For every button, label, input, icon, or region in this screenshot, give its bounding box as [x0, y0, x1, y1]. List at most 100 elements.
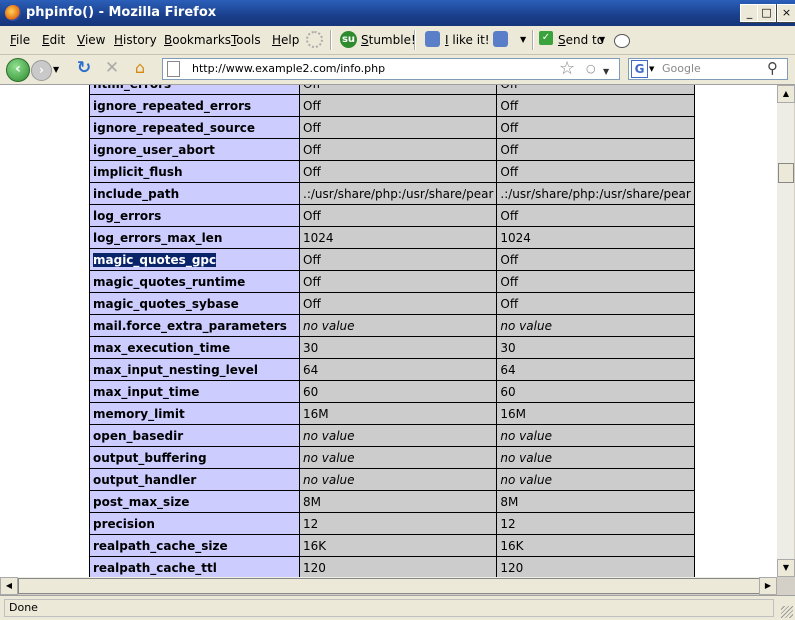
local-value-text: 30 [303, 340, 319, 355]
table-row: post_max_size 8M 8M [89, 490, 695, 513]
directive-name: mail.force_extra_parameters [89, 314, 300, 337]
master-value: no value [496, 468, 695, 491]
table-row: log_errors_max_len 1024 1024 [89, 226, 695, 249]
resize-grip-icon[interactable] [781, 606, 793, 618]
stumble-button[interactable]: Stumble! [361, 33, 416, 47]
directive-name-text: memory_limit [93, 406, 185, 421]
local-value: .:/usr/share/php:/usr/share/pear [298, 182, 498, 205]
local-value: no value [298, 446, 498, 469]
directive-name: ignore_repeated_errors [89, 94, 300, 117]
menu-view[interactable]: View [77, 33, 105, 47]
master-value-text: Off [500, 164, 519, 179]
local-value: Off [298, 160, 498, 183]
menu-bookmarks[interactable]: Bookmarks [164, 33, 231, 47]
master-value: Off [496, 160, 695, 183]
reload-icon[interactable]: ↻ [75, 59, 93, 77]
vertical-scrollbar[interactable]: ▲ ▼ [777, 85, 795, 577]
master-value-text: Off [500, 252, 519, 267]
menu-file[interactable]: File [10, 33, 30, 47]
history-dropdown-icon[interactable]: ▼ [53, 65, 59, 74]
back-icon[interactable]: ‹ [6, 58, 30, 82]
local-value: no value [298, 314, 498, 337]
url-dropdown-icon[interactable]: ▼ [603, 67, 609, 76]
directive-name: include_path [89, 182, 300, 205]
send-to-button[interactable]: Send to [558, 33, 604, 47]
thumbs-up-icon[interactable] [425, 31, 440, 47]
master-value-text: Off [500, 120, 519, 135]
comment-icon[interactable] [614, 34, 630, 48]
search-engine-icon[interactable]: G [631, 60, 648, 78]
page-content: html_errors Off Off ignore_repeated_errors O… [0, 85, 777, 577]
menu-edit[interactable]: Edit [42, 33, 65, 47]
status-bar: Done [0, 595, 795, 620]
horizontal-scrollbar[interactable]: ◀ ▶ [0, 577, 777, 595]
table-row: ignore_repeated_errors Off Off [89, 94, 695, 117]
master-value: Off [496, 138, 695, 161]
toolbar-separator [330, 30, 332, 50]
scroll-down-icon[interactable]: ▼ [777, 559, 795, 577]
close-button[interactable]: × [777, 4, 795, 22]
directive-name-text: realpath_cache_ttl [93, 560, 217, 575]
phpinfo-table: html_errors Off Off ignore_repeated_errors O… [89, 85, 695, 577]
local-value-text: 8M [303, 494, 321, 509]
vertical-scroll-thumb[interactable] [778, 163, 794, 183]
directive-name: html_errors [89, 85, 300, 95]
feed-indicator-icon[interactable]: ○ [586, 62, 596, 75]
master-value: 64 [496, 358, 695, 381]
menu-history[interactable]: History [114, 33, 157, 47]
table-row: ignore_repeated_source Off Off [89, 116, 695, 139]
chevron-down-icon[interactable]: ▼ [520, 35, 526, 44]
home-icon[interactable]: ⌂ [131, 59, 149, 77]
toolbar-separator [414, 30, 416, 50]
local-value: Off [298, 292, 498, 315]
menu-bar: File Edit View History Bookmarks Tools H… [0, 26, 795, 55]
local-value-text: Off [303, 120, 321, 135]
directive-name: precision [89, 512, 300, 535]
master-value: 12 [496, 512, 695, 535]
thumbs-down-icon[interactable] [493, 31, 508, 47]
send-to-icon[interactable]: ✓ [539, 31, 553, 45]
url-bar[interactable]: http://www.example2.com/info.php ☆ ○ ▼ [162, 58, 620, 80]
toolbar-separator [532, 30, 534, 50]
directive-name-text: magic_quotes_sybase [93, 296, 239, 311]
table-row: log_errors Off Off [89, 204, 695, 227]
local-value-text: Off [303, 274, 321, 289]
master-value-text: 64 [500, 362, 516, 377]
scroll-left-icon[interactable]: ◀ [0, 577, 18, 595]
scroll-right-icon[interactable]: ▶ [759, 577, 777, 595]
local-value: 1024 [298, 226, 498, 249]
stop-icon[interactable]: ✕ [103, 59, 121, 77]
directive-name-text: max_input_time [93, 384, 200, 399]
master-value: 60 [496, 380, 695, 403]
search-input[interactable]: Google [662, 62, 701, 75]
directive-name-text: ignore_repeated_source [93, 120, 255, 135]
search-bar[interactable]: G ▼ Google ⚲ [628, 58, 788, 80]
directive-name-text: precision [93, 516, 155, 531]
bookmark-star-icon[interactable]: ☆ [559, 58, 575, 79]
horizontal-scroll-thumb[interactable] [18, 578, 765, 594]
table-row: precision 12 12 [89, 512, 695, 535]
master-value-text: no value [500, 428, 552, 443]
forward-icon[interactable]: › [31, 60, 52, 81]
chevron-down-icon[interactable]: ▼ [599, 35, 605, 44]
master-value: 16M [496, 402, 695, 425]
master-value-text: Off [500, 142, 519, 157]
url-text[interactable]: http://www.example2.com/info.php [192, 62, 385, 75]
master-value: 16K [496, 534, 695, 557]
directive-name: realpath_cache_ttl [89, 556, 300, 577]
table-row: magic_quotes_sybase Off Off [89, 292, 695, 315]
scroll-up-icon[interactable]: ▲ [777, 85, 795, 103]
master-value-text: Off [500, 208, 519, 223]
search-icon[interactable]: ⚲ [767, 59, 778, 77]
like-button[interactable]: I like it! [445, 33, 490, 47]
master-value-text: no value [500, 472, 552, 487]
local-value-text: .:/usr/share/php:/usr/share/pear [303, 186, 494, 201]
master-value: Off [496, 85, 695, 95]
stumbleupon-icon[interactable]: su [340, 31, 357, 48]
directive-name-text: ignore_user_abort [93, 142, 215, 157]
directive-name: post_max_size [89, 490, 300, 513]
menu-tools[interactable]: Tools [231, 33, 261, 47]
search-engine-dropdown-icon[interactable]: ▼ [649, 65, 654, 73]
maximize-button[interactable]: □ [757, 4, 776, 22]
menu-help[interactable]: Help [272, 33, 299, 47]
